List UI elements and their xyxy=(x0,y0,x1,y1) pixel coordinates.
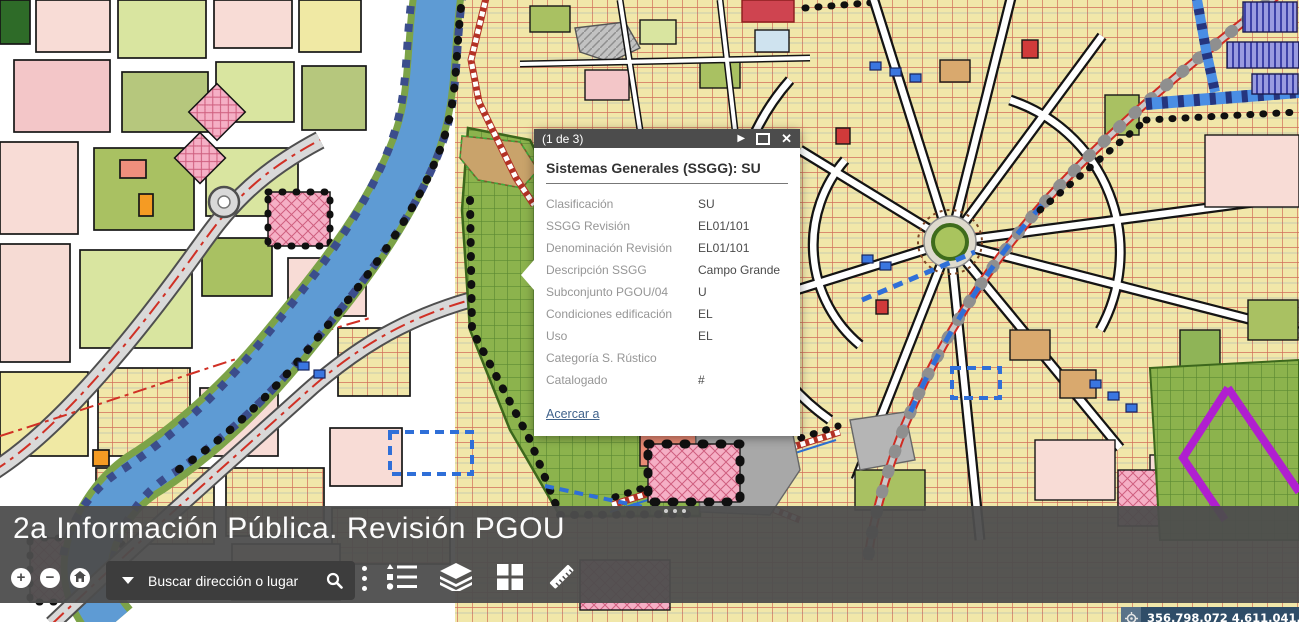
locate-crosshair-icon[interactable] xyxy=(1121,607,1141,622)
field-row: Descripción SSGGCampo Grande xyxy=(546,259,788,281)
attribute-table-grip[interactable] xyxy=(664,509,686,513)
field-row: Categoría S. Rústico xyxy=(546,347,788,369)
coordinate-widget: 356.798,072 4.611.041,54 xyxy=(1121,607,1299,622)
field-row: ClasificaciónSU xyxy=(546,193,788,215)
popup-next-icon[interactable]: ▶ xyxy=(737,134,745,144)
field-row: Catalogado# xyxy=(546,369,788,391)
page-title: 2a Información Pública. Revisión PGOU xyxy=(13,512,565,546)
search-input[interactable] xyxy=(146,572,314,590)
basemap-grid-icon xyxy=(497,564,523,590)
zoom-out-button[interactable]: − xyxy=(40,568,60,588)
popup-divider xyxy=(546,183,788,184)
popup-title: Sistemas Generales (SSGG): SU xyxy=(546,160,788,176)
zoom-in-button[interactable]: + xyxy=(11,568,31,588)
field-row: Condiciones edificaciónEL xyxy=(546,303,788,325)
popup-zoom-to-link[interactable]: Acercar a xyxy=(546,407,600,421)
coordinate-readout: 356.798,072 4.611.041,54 xyxy=(1147,611,1299,622)
home-button[interactable] xyxy=(70,568,90,588)
map-application: (1 de 3) ▶ ✕ Sistemas Generales (SSGG): … xyxy=(0,0,1299,622)
field-row: Denominación RevisiónEL01/101 xyxy=(546,237,788,259)
popup-maximize-icon[interactable] xyxy=(756,133,770,145)
layers-button[interactable] xyxy=(440,563,472,591)
field-row: SSGG RevisiónEL01/101 xyxy=(546,215,788,237)
popup-pointer xyxy=(521,260,534,290)
basemap-gallery-button[interactable] xyxy=(494,563,526,591)
search-caret-icon[interactable] xyxy=(122,577,134,584)
measure-button[interactable] xyxy=(546,563,578,591)
more-tools-button[interactable] xyxy=(362,566,367,591)
search-box xyxy=(106,561,355,600)
legend-icon xyxy=(387,564,417,590)
search-icon[interactable] xyxy=(326,572,343,589)
popup-close-icon[interactable]: ✕ xyxy=(781,131,792,147)
feature-popup: (1 de 3) ▶ ✕ Sistemas Generales (SSGG): … xyxy=(534,129,800,436)
ruler-icon xyxy=(546,562,578,592)
home-icon xyxy=(74,571,86,582)
field-row: UsoEL xyxy=(546,325,788,347)
legend-button[interactable] xyxy=(386,563,418,591)
layers-icon xyxy=(440,563,472,591)
popup-header[interactable]: (1 de 3) ▶ ✕ xyxy=(534,129,800,148)
field-row: Subconjunto PGOU/04U xyxy=(546,281,788,303)
popup-pagination: (1 de 3) xyxy=(542,132,583,146)
